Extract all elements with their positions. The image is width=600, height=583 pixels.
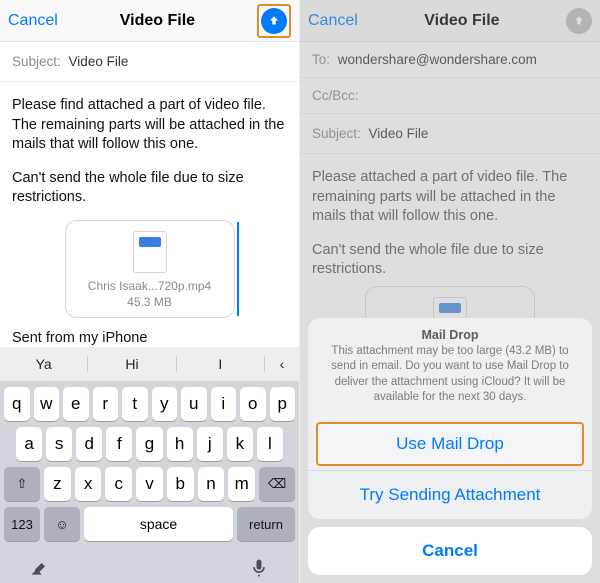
key-g[interactable]: g (136, 427, 162, 461)
subject-row[interactable]: Subject: Video File (300, 114, 600, 154)
key-e[interactable]: e (63, 387, 89, 421)
to-value: wondershare@wondershare.com (338, 52, 537, 67)
key-m[interactable]: m (228, 467, 255, 501)
suggestion-3[interactable]: I (177, 356, 265, 372)
nav-title: Video File (424, 12, 499, 30)
arrow-up-icon (267, 14, 281, 28)
cancel-button[interactable]: Cancel (308, 12, 358, 30)
key-z[interactable]: z (44, 467, 71, 501)
key-i[interactable]: i (211, 387, 237, 421)
attachment[interactable]: Chris Isaak...720p.mp4 45.3 MB (65, 220, 235, 318)
key-t[interactable]: t (122, 387, 148, 421)
send-button[interactable] (261, 8, 287, 34)
suggestion-2[interactable]: Hi (88, 356, 176, 372)
handwriting-icon[interactable] (30, 558, 50, 578)
keyboard-row-1: qwertyuiop (0, 381, 299, 421)
sheet-cancel-button[interactable]: Cancel (308, 527, 592, 575)
key-k[interactable]: k (227, 427, 253, 461)
use-mail-drop-button[interactable]: Use Mail Drop (316, 422, 584, 466)
navbar: Cancel Video File (300, 0, 600, 42)
body-paragraph-1: Please find attached a part of video fil… (12, 96, 287, 155)
signature: Sent from my iPhone (12, 330, 287, 346)
highlight-box (257, 4, 291, 38)
cc-bcc-row[interactable]: Cc/Bcc: (300, 78, 600, 114)
action-sheet: Mail Drop This attachment may be too lar… (308, 318, 592, 575)
key-a[interactable]: a (16, 427, 42, 461)
space-key[interactable]: space (84, 507, 233, 541)
key-f[interactable]: f (106, 427, 132, 461)
key-l[interactable]: l (257, 427, 283, 461)
body-paragraph-2: Can't send the whole file due to size re… (312, 241, 588, 280)
key-u[interactable]: u (181, 387, 207, 421)
collapse-suggestions[interactable]: ‹ (265, 356, 299, 372)
shift-key[interactable]: ⇧ (4, 467, 40, 501)
key-y[interactable]: y (152, 387, 178, 421)
key-j[interactable]: j (197, 427, 223, 461)
key-w[interactable]: w (34, 387, 60, 421)
mic-icon[interactable] (249, 558, 269, 578)
backspace-key[interactable]: ⌫ (259, 467, 295, 501)
suggestion-bar: Ya Hi I ‹ (0, 347, 299, 381)
video-file-icon (133, 231, 167, 273)
sheet-message: This attachment may be too large (43.2 M… (308, 344, 592, 418)
key-h[interactable]: h (167, 427, 193, 461)
cancel-button[interactable]: Cancel (8, 12, 58, 30)
emoji-key[interactable]: ☺ (44, 507, 80, 541)
return-key[interactable]: return (237, 507, 295, 541)
keyboard: Ya Hi I ‹ qwertyuiop asdfghjkl ⇧ zxcvbnm… (0, 347, 299, 583)
sheet-title: Mail Drop (308, 318, 592, 344)
subject-row[interactable]: Subject: Video File (0, 42, 299, 82)
key-o[interactable]: o (240, 387, 266, 421)
key-n[interactable]: n (198, 467, 225, 501)
body-paragraph-2: Can't send the whole file due to size re… (12, 169, 287, 208)
compose-screen: Cancel Video File Subject: Video File Pl… (0, 0, 300, 583)
attachment-wrapper: Chris Isaak...720p.mp4 45.3 MB (65, 220, 235, 318)
key-r[interactable]: r (93, 387, 119, 421)
key-x[interactable]: x (75, 467, 102, 501)
body-paragraph-1: Please attached a part of video file. Th… (312, 168, 588, 227)
keyboard-row-3: ⇧ zxcvbnm ⌫ (0, 461, 299, 501)
message-body[interactable]: Please find attached a part of video fil… (0, 96, 299, 346)
key-q[interactable]: q (4, 387, 30, 421)
action-sheet-card: Mail Drop This attachment may be too lar… (308, 318, 592, 519)
key-d[interactable]: d (76, 427, 102, 461)
key-b[interactable]: b (167, 467, 194, 501)
subject-label: Subject: (12, 54, 61, 69)
navbar: Cancel Video File (0, 0, 299, 42)
key-s[interactable]: s (46, 427, 72, 461)
keyboard-row-4: 123 ☺ space return (0, 501, 299, 541)
try-sending-attachment-button[interactable]: Try Sending Attachment (308, 470, 592, 519)
send-button[interactable] (566, 8, 592, 34)
to-label: To: (312, 52, 330, 67)
key-p[interactable]: p (270, 387, 296, 421)
to-row[interactable]: To: wondershare@wondershare.com (300, 42, 600, 78)
nav-title: Video File (120, 12, 195, 30)
text-cursor (237, 222, 239, 316)
numbers-key[interactable]: 123 (4, 507, 40, 541)
subject-value: Video File (69, 54, 129, 69)
keyboard-row-2: asdfghjkl (0, 421, 299, 461)
subject-value: Video File (369, 126, 429, 141)
attachment-size: 45.3 MB (74, 295, 226, 309)
cc-label: Cc/Bcc: (312, 88, 359, 103)
mail-drop-screen: Cancel Video File To: wondershare@wonder… (300, 0, 600, 583)
attachment-name: Chris Isaak...720p.mp4 (74, 279, 226, 293)
key-c[interactable]: c (105, 467, 132, 501)
suggestion-1[interactable]: Ya (0, 356, 88, 372)
keyboard-bottom-bar (0, 553, 299, 583)
key-v[interactable]: v (136, 467, 163, 501)
arrow-up-icon (572, 14, 586, 28)
subject-label: Subject: (312, 126, 361, 141)
